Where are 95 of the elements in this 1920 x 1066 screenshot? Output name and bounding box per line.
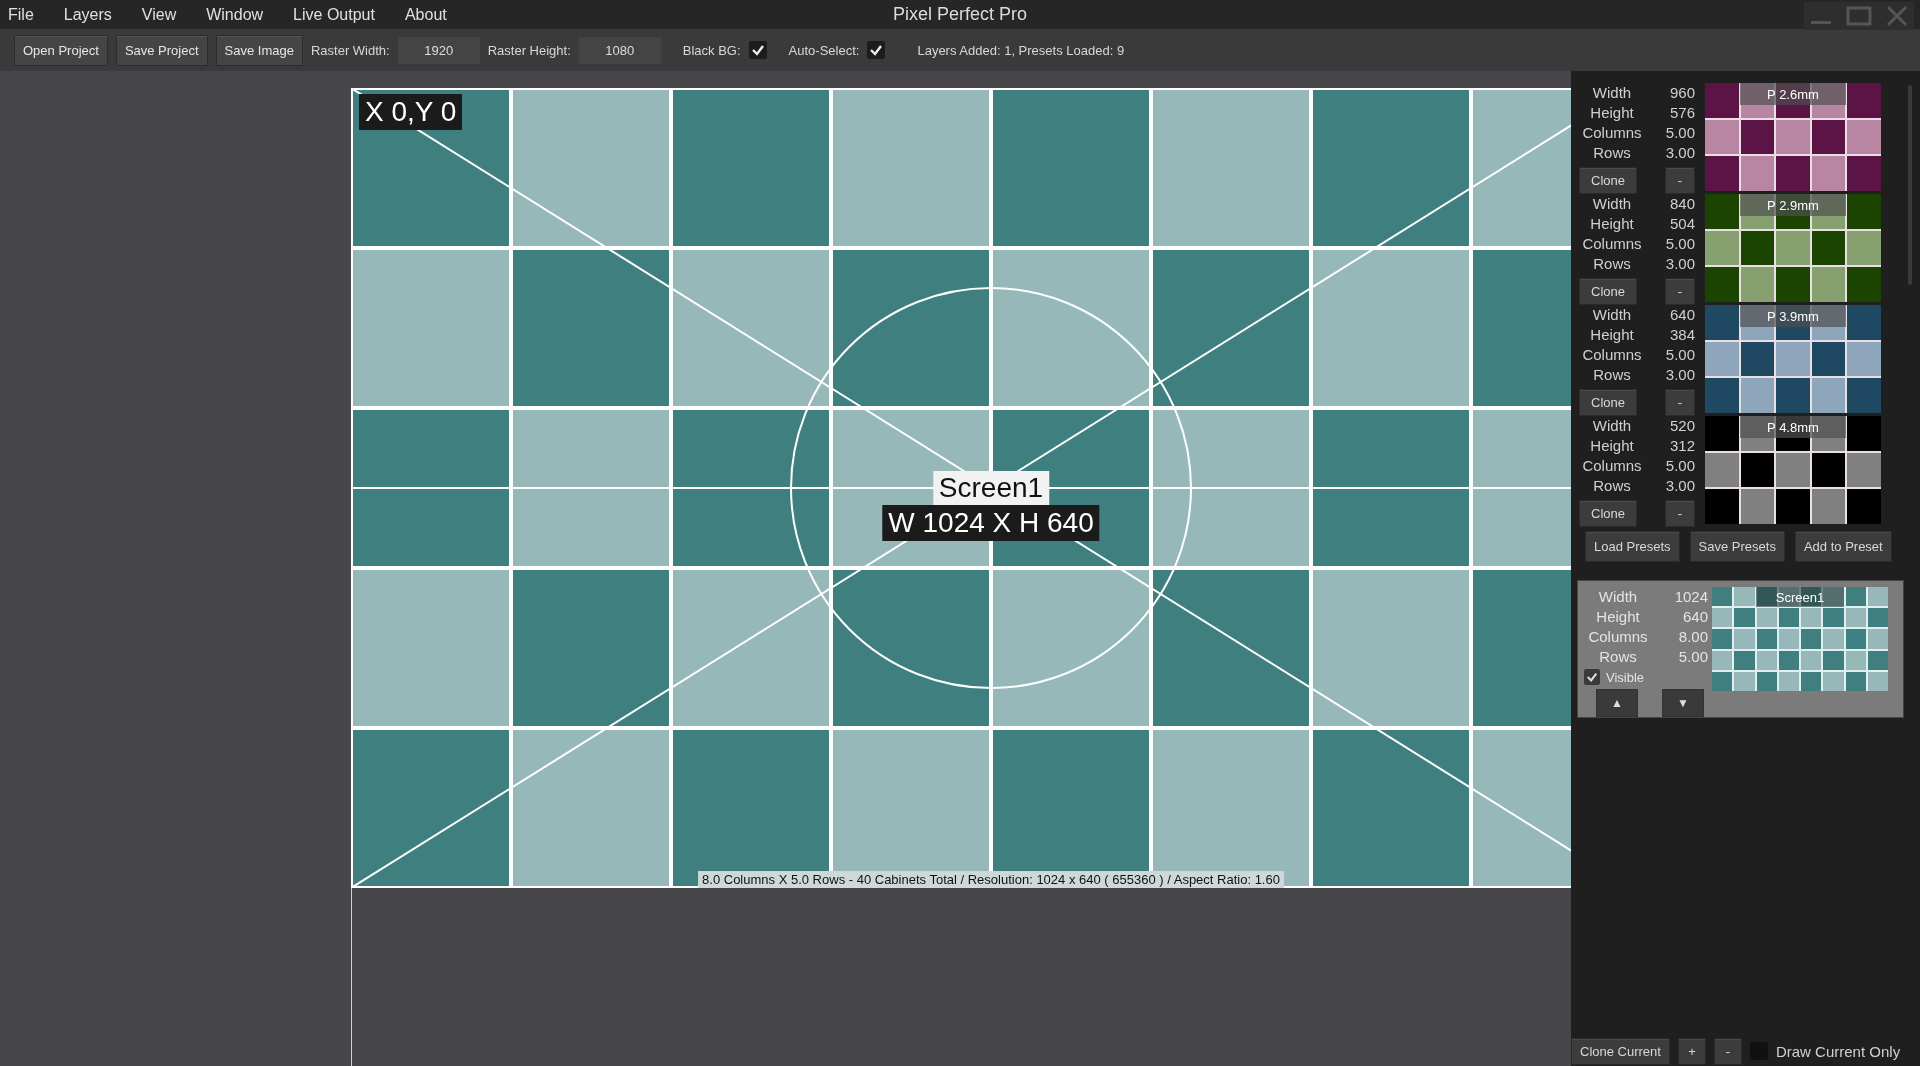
pitch-label: P 2.6mm (1740, 83, 1846, 105)
menu-item[interactable]: Window (198, 5, 278, 24)
property-label: Width (1591, 83, 1633, 103)
property-label: Height (1589, 325, 1635, 345)
checkbox-label: Draw Current Only (1775, 1042, 1901, 1060)
preset-button[interactable]: Load Presets (1585, 531, 1680, 562)
menu-item[interactable]: About (396, 5, 461, 24)
property-value: 3.00 (1664, 476, 1695, 496)
property-value: 640 (1681, 607, 1708, 627)
screen-size-label: W 1024 X H 640 (882, 505, 1100, 541)
preset-thumbnail[interactable]: P 3.9mm (1705, 305, 1881, 413)
clone-button[interactable]: Clone (1579, 389, 1637, 416)
property-label: Rows (1598, 647, 1638, 667)
layer-card[interactable]: Width 1024 Height 640 Columns 8.00 Rows 5.00 Visible ▲ ▼ Screen1 (1577, 580, 1904, 718)
remove-button[interactable]: - (1713, 1037, 1742, 1065)
origin-label: X 0,Y 0 (359, 94, 463, 130)
move-up-button[interactable]: ▲ (1596, 689, 1638, 717)
toolbar-button[interactable]: Save Image (215, 34, 303, 66)
toolbar-button[interactable]: Open Project (14, 34, 108, 66)
menu-item[interactable]: View (133, 5, 191, 24)
clone-button[interactable]: Clone (1579, 167, 1637, 194)
property-label: Rows (1592, 476, 1632, 496)
property-label: Width (1591, 416, 1633, 436)
property-value: 840 (1668, 194, 1695, 214)
property-value: 1024 (1673, 587, 1708, 607)
remove-button[interactable]: - (1665, 389, 1695, 416)
property-value: 5.00 (1664, 456, 1695, 476)
property-label: Height (1589, 103, 1635, 123)
property-label: Columns (1581, 123, 1643, 143)
preset-button[interactable]: Add to Preset (1794, 531, 1892, 562)
property-label: Width (1591, 194, 1633, 214)
pitch-label: P 2.9mm (1740, 194, 1846, 216)
menu-item[interactable]: Live Output (285, 5, 389, 24)
property-value: 576 (1668, 103, 1695, 123)
remove-button[interactable]: - (1665, 167, 1695, 194)
move-down-button[interactable]: ▼ (1662, 689, 1704, 717)
remove-button[interactable]: - (1665, 500, 1695, 527)
preset-thumbnail[interactable]: P 4.8mm (1705, 416, 1881, 524)
clone-button[interactable]: Clone (1579, 500, 1637, 527)
property-label: Width (1591, 305, 1633, 325)
preset-thumbnail[interactable]: P 2.9mm (1705, 194, 1881, 302)
property-label: Rows (1592, 254, 1632, 274)
menu-item[interactable]: File (0, 5, 48, 24)
field-label: Raster Height: (487, 42, 571, 58)
raster-width-field[interactable]: 1920 (397, 36, 480, 64)
window-title: Pixel Perfect Pro (892, 4, 1028, 25)
property-value: 640 (1668, 305, 1695, 325)
property-value: 5.00 (1664, 123, 1695, 143)
property-label: Height (1595, 607, 1641, 627)
preset-button[interactable]: Save Presets (1689, 531, 1785, 562)
clone-button[interactable]: Clone (1579, 278, 1637, 305)
property-label: Columns (1581, 456, 1643, 476)
pitch-label: P 4.8mm (1740, 416, 1846, 438)
property-value: 312 (1668, 436, 1695, 456)
toolbar-button[interactable]: Save Project (115, 34, 208, 66)
property-label: Rows (1592, 143, 1632, 163)
checkbox[interactable] (867, 41, 886, 59)
checkbox-label: Black BG: (682, 42, 741, 58)
checkbox-label: Visible (1606, 669, 1645, 685)
maximize-icon[interactable] (1846, 6, 1872, 26)
pitch-label: P 3.9mm (1740, 305, 1846, 327)
layer-thumbnail[interactable]: Screen1 (1712, 587, 1888, 691)
property-value: 3.00 (1664, 143, 1695, 163)
menu-item[interactable]: Layers (55, 5, 126, 24)
checkbox[interactable] (1584, 669, 1600, 685)
close-icon[interactable] (1886, 6, 1908, 26)
property-value: 384 (1668, 325, 1695, 345)
canvas-status-text: 8.0 Columns X 5.0 Rows - 40 Cabinets Total / Resolution: 1024 x 640 ( 655360 ) / Aspect Ratio: 1.60 (698, 871, 1284, 888)
layer-name-label: Screen1 (1756, 587, 1844, 607)
remove-button[interactable]: - (1665, 278, 1695, 305)
field-label: Raster Width: (310, 42, 390, 58)
property-label: Height (1589, 214, 1635, 234)
status-text: Layers Added: 1, Presets Loaded: 9 (917, 42, 1125, 58)
property-value: 3.00 (1664, 365, 1695, 385)
property-value: 8.00 (1677, 627, 1708, 647)
preset-thumbnail[interactable]: P 2.6mm (1705, 83, 1881, 191)
screen-name-label: Screen1 (932, 471, 1050, 505)
property-label: Columns (1581, 345, 1643, 365)
checkbox-label: Auto-Select: (788, 42, 860, 58)
property-value: 504 (1668, 214, 1695, 234)
property-value: 5.00 (1664, 345, 1695, 365)
property-value: 520 (1668, 416, 1695, 436)
raster-height-field[interactable]: 1080 (578, 36, 661, 64)
property-value: 3.00 (1664, 254, 1695, 274)
add-button[interactable]: + (1677, 1037, 1706, 1065)
checkbox[interactable] (748, 41, 767, 59)
clone-current-button[interactable]: Clone Current (1571, 1037, 1670, 1065)
property-value: 5.00 (1664, 234, 1695, 254)
property-label: Width (1597, 587, 1639, 607)
property-value: 5.00 (1677, 647, 1708, 667)
property-value: 960 (1668, 83, 1695, 103)
property-label: Columns (1587, 627, 1649, 647)
property-label: Columns (1581, 234, 1643, 254)
property-label: Height (1589, 436, 1635, 456)
property-label: Rows (1592, 365, 1632, 385)
